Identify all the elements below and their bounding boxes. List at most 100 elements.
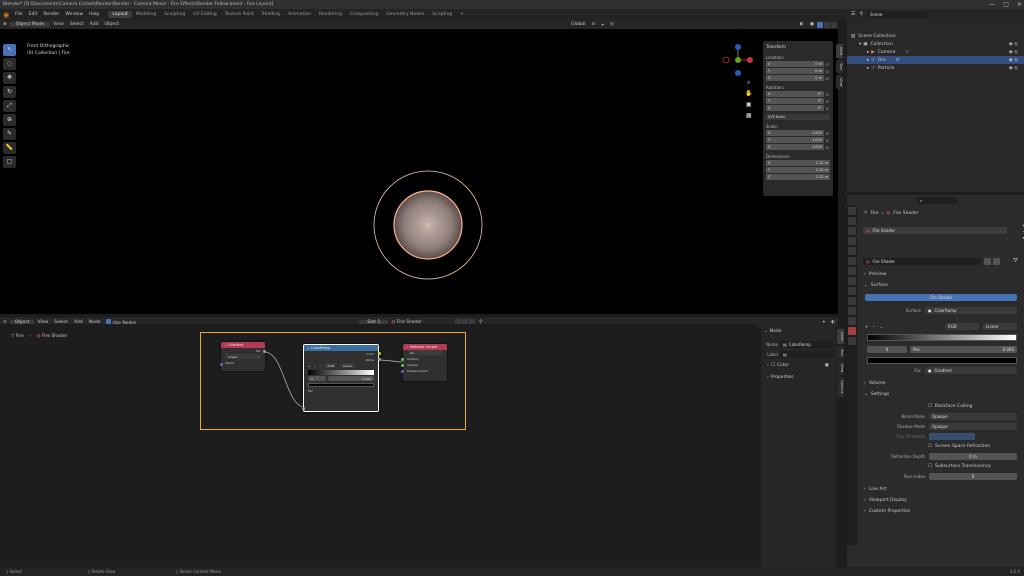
scale-x-field[interactable]: X 1.000 xyxy=(766,130,824,136)
overlay-icon[interactable]: ◐ xyxy=(828,320,838,325)
section-volume[interactable]: › Volume xyxy=(861,379,886,388)
lock-icon[interactable]: ⊡ xyxy=(824,145,830,150)
ramp-pos-field[interactable]: Pos 0.000 xyxy=(910,346,1017,353)
chevron-right-icon[interactable]: ▸ xyxy=(867,50,869,55)
rotation-mode-select[interactable]: XYZ Euler xyxy=(766,114,830,120)
menu-help[interactable]: Help xyxy=(86,12,102,17)
tab-item[interactable]: Item xyxy=(836,44,843,58)
input-socket[interactable] xyxy=(401,364,404,367)
menu-object[interactable]: Object xyxy=(101,22,122,27)
menu-edit[interactable]: Edit xyxy=(26,12,41,17)
grid-icon[interactable]: ▦ xyxy=(745,110,752,121)
filter-icon[interactable]: ⛛ xyxy=(1013,257,1018,265)
output-props-icon[interactable] xyxy=(848,227,856,235)
tab-options[interactable]: Options xyxy=(837,377,844,397)
menu-file[interactable]: File xyxy=(12,12,26,17)
clip-threshold-slider[interactable] xyxy=(929,433,975,440)
outliner-search[interactable]: Scene xyxy=(867,10,928,18)
tab-modeling[interactable]: Modeling xyxy=(132,11,160,18)
minimize-button[interactable]: — xyxy=(989,0,995,9)
node-label-field[interactable]: ▤ xyxy=(780,351,834,358)
surface-node-select[interactable]: ● ColorRamp xyxy=(925,307,1017,314)
rotate-tool-icon[interactable]: ↻ xyxy=(3,86,16,98)
settings-icon[interactable]: ▣ xyxy=(825,363,829,368)
scale-y-field[interactable]: Y 1.000 xyxy=(766,137,824,143)
tab-tool[interactable]: Tool xyxy=(836,59,843,73)
tab-compositing[interactable]: Compositing xyxy=(346,11,382,18)
section-settings[interactable]: ⌄ Settings xyxy=(861,390,889,399)
xray-icon[interactable]: ▣ xyxy=(807,22,817,27)
tab-node[interactable]: Node xyxy=(837,329,844,345)
close-button[interactable]: ✕ xyxy=(1017,0,1022,9)
maximize-button[interactable]: □ xyxy=(1003,0,1009,9)
remove-stop-icon[interactable]: − xyxy=(314,363,317,369)
rotation-y-field[interactable]: Y 0° xyxy=(766,98,824,104)
render-props-icon[interactable] xyxy=(848,217,856,225)
fac-input-select[interactable]: ● Gradient xyxy=(925,367,1017,374)
duplicate-material-icon[interactable] xyxy=(984,258,991,265)
add-stop-icon[interactable]: + xyxy=(865,324,868,329)
lock-icon[interactable]: ⊡ xyxy=(824,99,830,104)
rotation-x-field[interactable]: X 0° xyxy=(766,91,824,97)
lock-icon[interactable]: ⊡ xyxy=(824,92,830,97)
sss-translucency-checkbox[interactable]: ☐ Subsurface Translucency xyxy=(925,462,991,471)
gradient-texture-node[interactable]: ⌄ Gradient Fac Linear Vector xyxy=(220,342,266,371)
location-x-field[interactable]: X0 m xyxy=(766,61,824,67)
lock-icon[interactable]: ⊡ xyxy=(824,138,830,143)
ramp-interpolation[interactable]: Linear xyxy=(983,323,1017,330)
lock-icon[interactable]: ⊡ xyxy=(824,76,830,81)
tab-geometry-nodes[interactable]: Geometry Nodes xyxy=(382,11,428,18)
chevron-down-icon[interactable]: ⌄ xyxy=(880,324,883,329)
dim-y-field[interactable]: Y 2.12 m xyxy=(766,167,830,173)
editor-type-icon[interactable]: ☰ xyxy=(851,11,855,17)
material-output-node[interactable]: ⌄ Material Output All Surface Volume Dis… xyxy=(401,344,447,381)
lock-icon[interactable]: ⊡ xyxy=(824,62,830,67)
menu-view[interactable]: View xyxy=(50,22,67,27)
physics-props-icon[interactable] xyxy=(848,297,856,305)
lock-icon[interactable]: ⊡ xyxy=(824,106,830,111)
visibility-icon[interactable]: ◉ ◎ xyxy=(1009,42,1018,47)
input-socket[interactable] xyxy=(220,363,223,366)
output-socket[interactable] xyxy=(378,358,381,361)
input-socket[interactable] xyxy=(401,370,404,373)
ramp-color-swatch[interactable] xyxy=(867,357,1017,364)
add-stop-icon[interactable]: + xyxy=(308,363,311,369)
chevron-down-icon[interactable]: ⌄ xyxy=(319,363,322,369)
select-tool-icon[interactable]: ↖ xyxy=(3,44,16,56)
tab-uv-editing[interactable]: UV Editing xyxy=(189,11,220,18)
tool-props-icon[interactable] xyxy=(848,207,856,215)
fire-object-preview[interactable] xyxy=(370,167,486,283)
menu-render[interactable]: Render xyxy=(40,12,62,17)
material-props-icon[interactable] xyxy=(848,327,856,335)
tab-texture-paint[interactable]: Texture Paint xyxy=(221,11,258,18)
blend-mode-select[interactable]: Opaque xyxy=(929,413,1017,420)
surface-header-bar[interactable]: Fire Shader xyxy=(865,294,1017,301)
pass-index-field[interactable]: 0 xyxy=(929,473,1017,480)
unlink-material-icon[interactable] xyxy=(993,258,1000,265)
snap-icon[interactable]: ⌖ xyxy=(598,22,607,28)
shading-material-icon[interactable] xyxy=(824,21,830,28)
tab-sculpting[interactable]: Sculpting xyxy=(160,11,189,18)
input-socket[interactable] xyxy=(302,407,305,410)
material-datablock-field[interactable]: ◍ Fire Shader xyxy=(863,258,981,265)
node-ramp-swatch[interactable] xyxy=(308,383,374,387)
node-properties-section[interactable]: › Properties xyxy=(764,373,794,382)
tab-view[interactable]: View xyxy=(836,74,843,90)
node-ramp-bar[interactable] xyxy=(308,370,374,375)
transform-tool-icon[interactable]: ⊕ xyxy=(3,114,16,126)
chevron-right-icon[interactable]: ▸ xyxy=(867,58,869,63)
visibility-icon[interactable]: ◉ ◎ xyxy=(1009,66,1018,71)
tab-rendering[interactable]: Rendering xyxy=(315,11,346,18)
material-slot-list[interactable]: ◍ Fire Shader xyxy=(863,227,1007,234)
filter-icon[interactable]: ⚲ xyxy=(859,11,863,17)
colorramp-node[interactable]: ⌄ ColorRamp Color Alpha + − ⌄ RGB Linear 0… xyxy=(302,344,381,412)
menu-window[interactable]: Window xyxy=(62,12,86,17)
navigation-gizmo[interactable] xyxy=(720,41,756,81)
menu-add[interactable]: Add xyxy=(87,22,102,27)
lock-icon[interactable]: ⊡ xyxy=(824,69,830,74)
overlay-icon[interactable]: ◐ xyxy=(797,22,807,27)
location-y-field[interactable]: Y0 m xyxy=(766,68,824,74)
backface-culling-checkbox[interactable]: ☐ Backface Culling xyxy=(925,402,972,411)
add-workspace-button[interactable]: + xyxy=(456,11,468,18)
zoom-icon[interactable]: ⌕ xyxy=(745,77,752,88)
